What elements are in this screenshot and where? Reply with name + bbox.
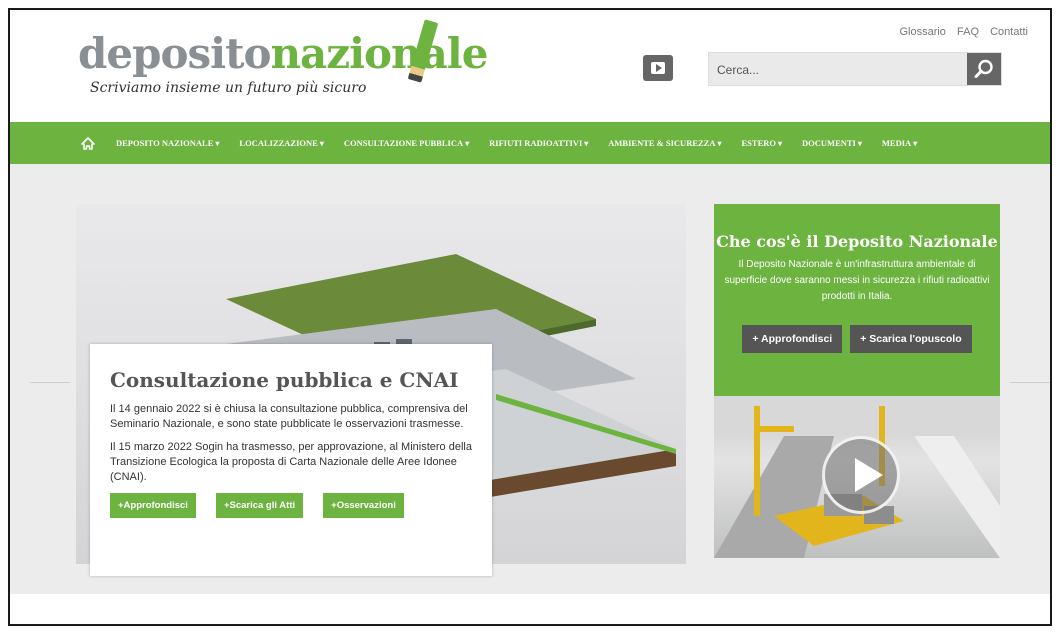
nav-consultazione-pubblica[interactable]: CONSULTAZIONE PUBBLICA (344, 138, 469, 148)
top-links: Glossario FAQ Contatti (891, 26, 1028, 38)
consultazione-paragraph-1: Il 14 gennaio 2022 si è chiusa la consul… (110, 403, 468, 430)
search-icon (974, 59, 993, 78)
main-nav: DEPOSITO NAZIONALE LOCALIZZAZIONE CONSUL… (10, 122, 1050, 164)
consultazione-paragraph-2: Il 15 marzo 2022 Sogin ha trasmesso, per… (110, 441, 472, 483)
content-area: Consultazione pubblica e CNAI Il 14 genn… (10, 164, 1050, 594)
logo-word-deposito: deposito (78, 29, 271, 78)
site-logo[interactable]: depositonazionale (78, 19, 488, 83)
nav-media[interactable]: MEDIA (882, 138, 917, 148)
video-play-icon[interactable] (822, 436, 900, 514)
scarica-opuscolo-button[interactable]: + Scarica l'opuscolo (850, 325, 972, 353)
search-button[interactable] (967, 53, 1001, 85)
nav-deposito-nazionale[interactable]: DEPOSITO NAZIONALE (116, 138, 219, 148)
logo-word-nazionale: nazionale (270, 29, 488, 78)
consultazione-card: Consultazione pubblica e CNAI Il 14 genn… (90, 344, 492, 576)
youtube-play-icon[interactable] (643, 55, 673, 81)
approfondisci-button[interactable]: +Approfondisci (110, 493, 196, 518)
guide-line-left (30, 382, 70, 383)
side-description: Il Deposito Nazionale è un'infrastruttur… (724, 259, 990, 302)
logo-tagline: Scriviamo insieme un futuro più sicuro (90, 80, 367, 96)
side-approfondisci-button[interactable]: + Approfondisci (742, 325, 843, 353)
side-title: Che cos'è il Deposito Nazionale (716, 232, 998, 251)
side-buttons: + Approfondisci + Scarica l'opuscolo (714, 325, 1000, 353)
glossario-link[interactable]: Glossario (899, 26, 945, 38)
home-icon-shape (81, 136, 95, 150)
consultazione-title: Consultazione pubblica e CNAI (110, 368, 459, 392)
youtube-triangle (655, 64, 662, 72)
faq-link[interactable]: FAQ (957, 26, 979, 38)
nav-rifiuti-radioattivi[interactable]: RIFIUTI RADIOATTIVI (489, 138, 588, 148)
search-input[interactable] (711, 54, 971, 86)
youtube-play-inner (651, 62, 665, 74)
nav-documenti[interactable]: DOCUMENTI (802, 138, 862, 148)
osservazioni-button[interactable]: +Osservazioni (323, 493, 404, 518)
nav-localizzazione[interactable]: LOCALIZZAZIONE (239, 138, 323, 148)
scarica-atti-button[interactable]: +Scarica gli Atti (215, 493, 304, 518)
guide-line-right (1010, 382, 1050, 383)
home-icon[interactable] (78, 133, 98, 153)
nav-ambiente-sicurezza[interactable]: AMBIENTE & SICUREZZA (608, 138, 721, 148)
video-thumbnail[interactable] (714, 396, 1000, 558)
browser-frame: depositonazionale Scriviamo insieme un f… (8, 8, 1052, 626)
contatti-link[interactable]: Contatti (990, 26, 1028, 38)
search-box (708, 52, 1002, 86)
consultazione-buttons: +Approfondisci +Scarica gli Atti +Osserv… (110, 493, 472, 518)
nav-estero[interactable]: ESTERO (742, 138, 783, 148)
deposito-info-panel: Che cos'è il Deposito Nazionale Il Depos… (714, 204, 1000, 558)
